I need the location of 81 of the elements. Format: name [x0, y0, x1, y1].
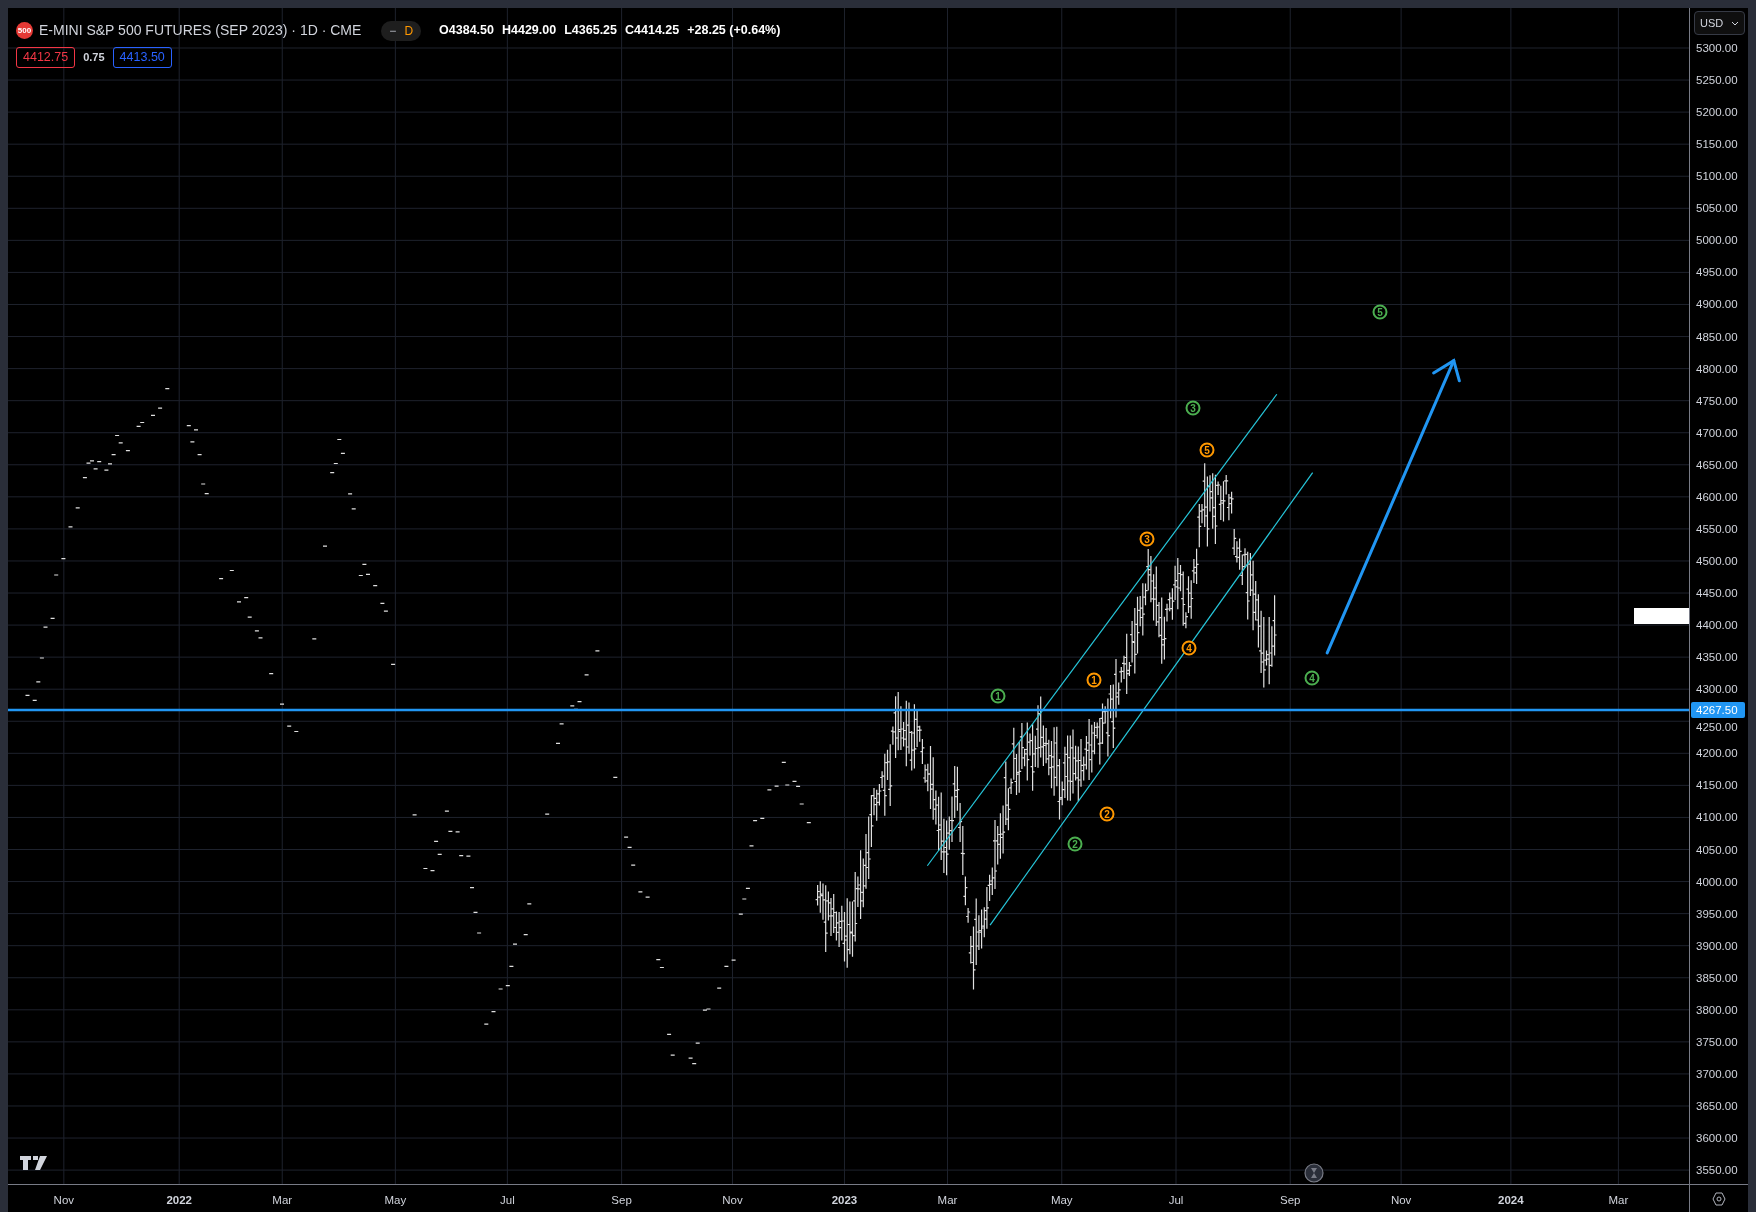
price-label: 4050.00 [1696, 843, 1738, 856]
price-label: 4900.00 [1696, 298, 1738, 311]
wave-label: 3 [1185, 400, 1201, 416]
price-label: 4000.00 [1696, 875, 1738, 888]
date-label: May [1050, 1194, 1073, 1206]
current-price-label: 4267.50 [1691, 702, 1745, 719]
wave-label: 2 [1067, 836, 1083, 852]
price-label: 5100.00 [1696, 170, 1738, 183]
wave-label: 4 [1304, 670, 1320, 686]
ohlc-value: C4414.25 [625, 22, 680, 40]
wave-label: 1 [1086, 672, 1102, 688]
date-label: Nov [722, 1194, 743, 1206]
symbol-badge: 500 [16, 22, 33, 39]
date-label: 2024 [1498, 1194, 1524, 1206]
price-label: 4500.00 [1696, 554, 1738, 567]
dash-icon: − [389, 21, 397, 40]
date-label: Jul [1168, 1194, 1184, 1206]
date-label: Mar [937, 1194, 958, 1206]
wave-label: 3 [1139, 531, 1155, 547]
price-label: 3600.00 [1696, 1132, 1738, 1145]
ask-price[interactable]: 4413.50 [112, 47, 172, 68]
price-label: 5000.00 [1696, 234, 1738, 247]
wave-label: 5 [1199, 442, 1215, 458]
price-label: 3900.00 [1696, 939, 1738, 952]
price-label: 4200.00 [1696, 747, 1738, 760]
date-label: May [384, 1194, 407, 1206]
price-label: 4700.00 [1696, 426, 1738, 439]
price-label: 4800.00 [1696, 362, 1738, 375]
price-label: 5150.00 [1696, 138, 1738, 151]
price-label: 4850.00 [1696, 330, 1738, 343]
price-label: 3800.00 [1696, 1003, 1738, 1016]
date-label: Nov [1390, 1194, 1412, 1206]
price-label: 4750.00 [1696, 394, 1738, 407]
price-label: 3950.00 [1696, 907, 1738, 920]
hourglass-icon[interactable] [1304, 1163, 1324, 1183]
currency-dropdown[interactable]: USD [1694, 11, 1745, 35]
logo-icon[interactable] [20, 1156, 47, 1170]
settings-icon[interactable] [1712, 1191, 1726, 1206]
price-label: 3650.00 [1696, 1100, 1738, 1112]
change-value: +28.25 (+0.64%) [687, 22, 781, 40]
price-label: 4250.00 [1696, 721, 1738, 734]
ohlc-value: O4384.50 [439, 22, 494, 40]
price-label: 4950.00 [1696, 266, 1738, 279]
wave-label: 4 [1181, 640, 1197, 656]
interval-letter: D [404, 22, 414, 40]
price-label: 4650.00 [1696, 458, 1738, 471]
ohlc-value: H4429.00 [501, 22, 557, 40]
date-label: Jul [500, 1194, 515, 1206]
price-label: 4150.00 [1696, 779, 1738, 792]
price-label: 4350.00 [1696, 651, 1738, 664]
spread-value: 0.75 [82, 50, 106, 66]
wave-label: 5 [1372, 304, 1388, 320]
price-label: 3550.00 [1696, 1164, 1738, 1177]
wave-label: 2 [1099, 806, 1115, 822]
blank-label-box [1634, 608, 1689, 624]
chart-title: E-MINI S&P 500 FUTURES (SEP 2023) · 1D · CME [39, 21, 362, 40]
wave-label: 1 [990, 688, 1006, 704]
price-label: 4400.00 [1696, 619, 1738, 632]
bid-price[interactable]: 4412.75 [16, 47, 76, 68]
date-label: Mar [1608, 1194, 1629, 1206]
price-label: 5200.00 [1696, 106, 1738, 119]
price-label: 3700.00 [1696, 1067, 1738, 1080]
date-label: 2023 [831, 1194, 858, 1206]
date-label: 2022 [166, 1194, 192, 1206]
price-label: 5050.00 [1696, 202, 1738, 215]
date-label: Sep [1280, 1194, 1301, 1206]
date-label: Sep [611, 1194, 632, 1206]
ohlc-value: L4365.25 [564, 22, 617, 40]
price-label: 3750.00 [1696, 1035, 1738, 1048]
price-label: 4450.00 [1696, 587, 1738, 599]
price-label: 4100.00 [1696, 811, 1738, 824]
interval-pill[interactable]: − D [381, 20, 422, 41]
price-label: 5300.00 [1696, 42, 1738, 54]
price-label: 3850.00 [1696, 971, 1738, 984]
price-label: 4550.00 [1696, 522, 1738, 535]
date-label: Mar [272, 1194, 293, 1206]
price-label: 4300.00 [1696, 683, 1738, 696]
chevron-icon [1731, 20, 1739, 26]
price-label: 4600.00 [1696, 490, 1738, 503]
price-label: 5250.00 [1696, 74, 1738, 87]
date-label: Nov [53, 1194, 75, 1206]
